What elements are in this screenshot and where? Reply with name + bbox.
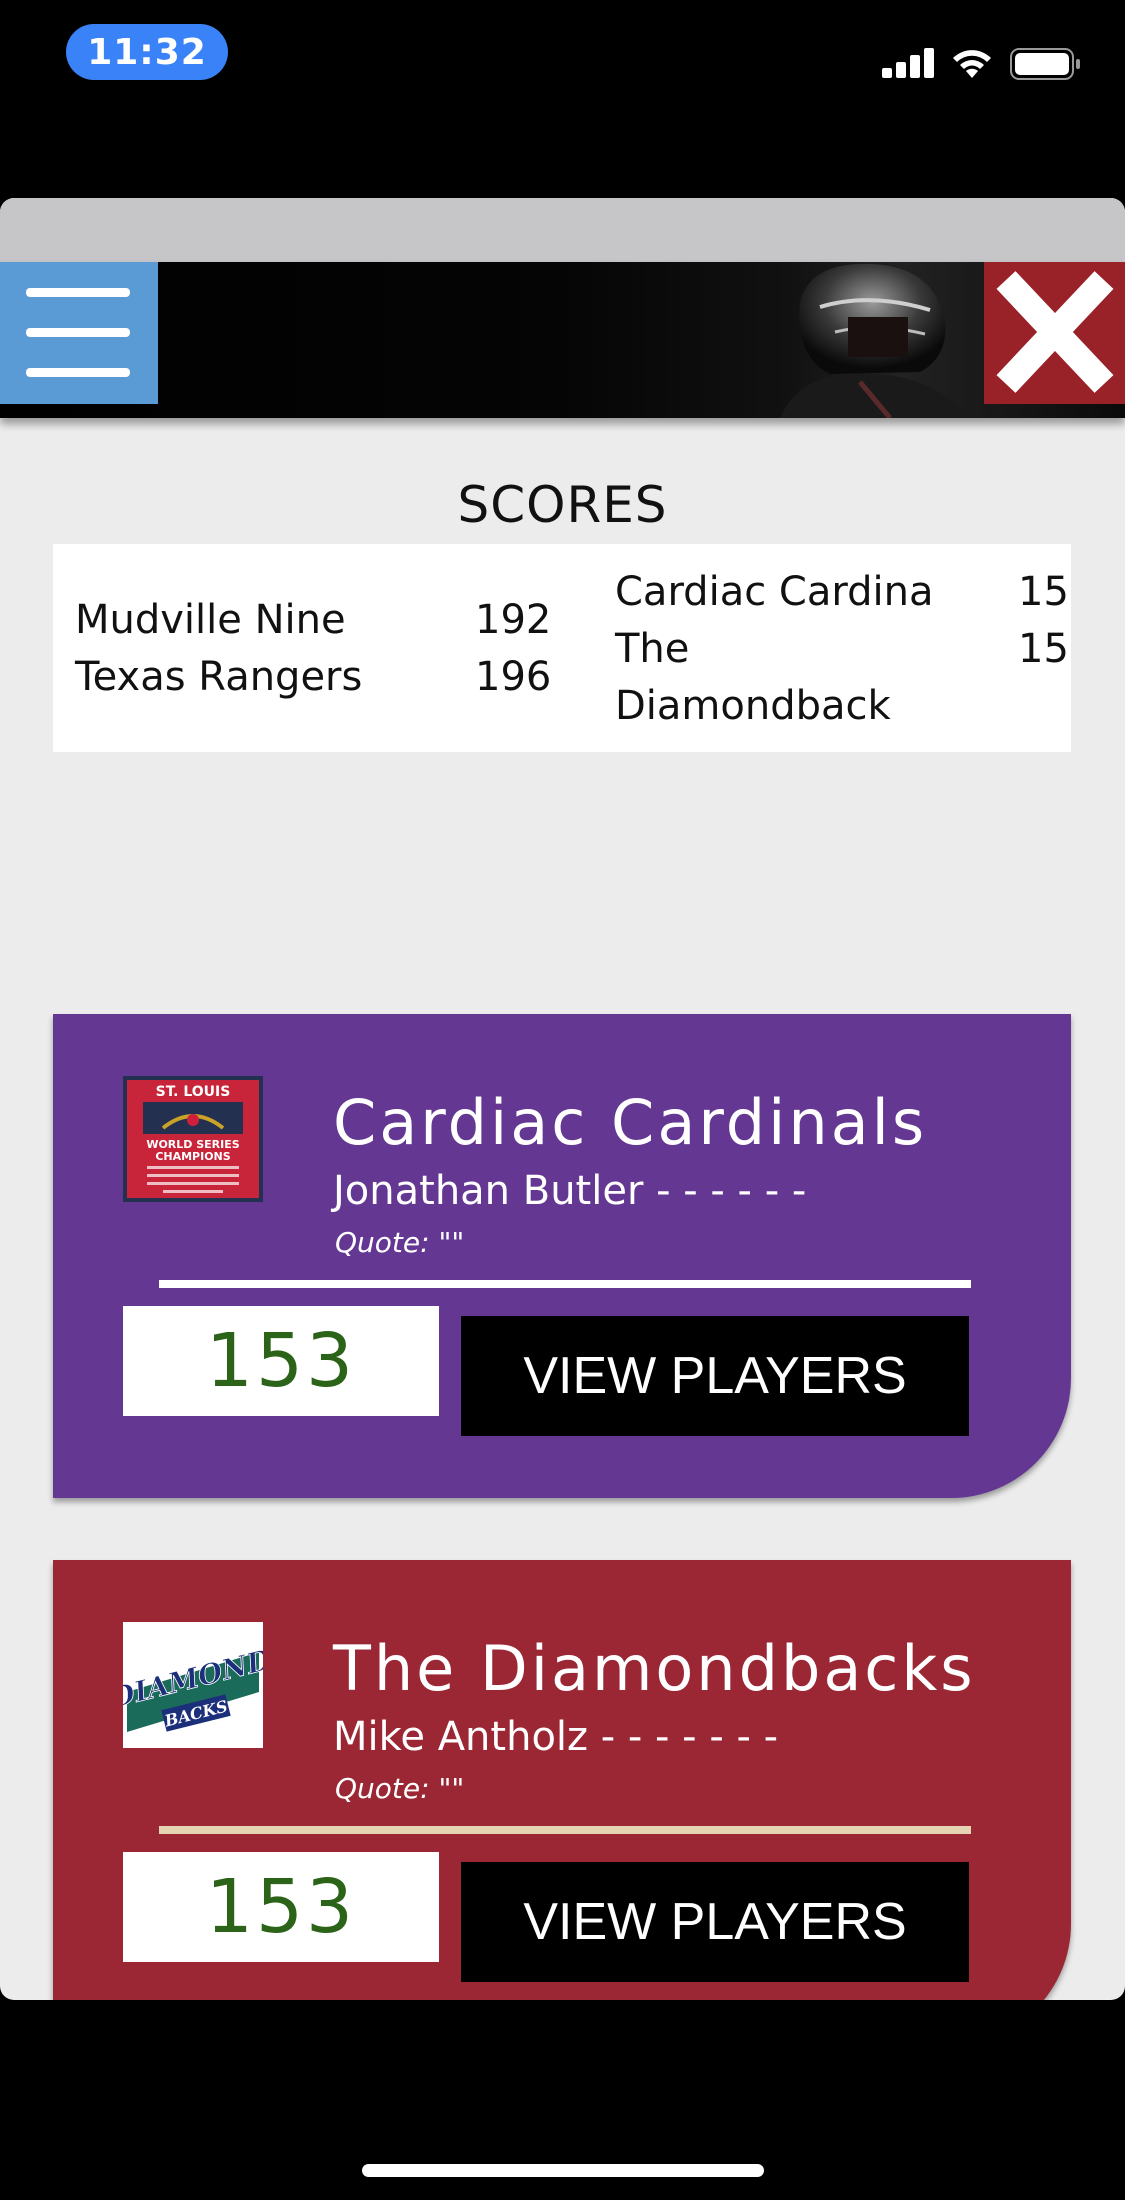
home-indicator[interactable] — [362, 2164, 764, 2177]
team-name: Cardiac Cardinals — [333, 1086, 928, 1159]
score-team-name: Mudville Nine — [75, 597, 346, 643]
score-team-name: Cardiac Cardina — [615, 569, 934, 615]
score-team-name: Texas Rangers — [75, 654, 363, 700]
score-value: 196 — [475, 654, 552, 700]
divider — [159, 1826, 971, 1834]
score-team-name: Diamondback — [615, 683, 891, 729]
menu-line — [26, 368, 130, 377]
logo-text: ST. LOUIS — [156, 1084, 231, 1100]
status-bar: 11:32 — [0, 0, 1125, 110]
score-value: 15 — [1018, 626, 1069, 672]
view-players-button[interactable]: VIEW PLAYERS — [461, 1316, 969, 1436]
frame-top-bar — [0, 198, 1125, 262]
view-players-button[interactable]: VIEW PLAYERS — [461, 1862, 969, 1982]
menu-line — [26, 328, 130, 337]
scores-title: SCORES — [457, 476, 668, 534]
team-quote: Quote: "" — [335, 1226, 465, 1259]
menu-button[interactable] — [0, 262, 158, 404]
cardinals-logo: ST. LOUIS WORLD SERIES CHAMPIONS — [123, 1076, 263, 1202]
team-name: The Diamondbacks — [333, 1632, 976, 1705]
content-panel: SCORES Mudville Nine Texas Rangers 192 1… — [36, 450, 1089, 2000]
team-score: 153 — [123, 1306, 439, 1416]
logo-text: CHAMPIONS — [155, 1150, 230, 1163]
scores-ticker[interactable]: Mudville Nine Texas Rangers 192 196 Card… — [53, 544, 1071, 752]
header-banner — [0, 262, 1125, 418]
close-button[interactable] — [984, 262, 1125, 404]
battery-icon — [1010, 48, 1080, 80]
score-team-name: The — [615, 626, 690, 672]
team-quote: Quote: "" — [335, 1772, 465, 1805]
diamondbacks-logo: DIAMOND BACKS — [123, 1622, 263, 1748]
score-value: 15 — [1018, 569, 1069, 615]
app-frame: SCORES Mudville Nine Texas Rangers 192 1… — [0, 198, 1125, 2000]
cellular-signal-icon — [882, 48, 934, 78]
team-card-diamondbacks: DIAMOND BACKS The Diamondbacks Mike Anth… — [53, 1560, 1071, 2000]
menu-line — [26, 288, 130, 297]
coach-name: Jonathan Butler - - - - - - — [333, 1168, 807, 1214]
coach-name: Mike Antholz - - - - - - - — [333, 1714, 779, 1760]
team-score: 153 — [123, 1852, 439, 1962]
close-icon — [996, 271, 1114, 393]
divider — [159, 1280, 971, 1288]
score-value: 192 — [475, 597, 552, 643]
football-player-image — [780, 263, 970, 418]
team-card-cardinals: ST. LOUIS WORLD SERIES CHAMPIONS Cardiac… — [53, 1014, 1071, 1498]
status-time: 11:32 — [66, 24, 228, 80]
wifi-icon — [953, 50, 991, 78]
